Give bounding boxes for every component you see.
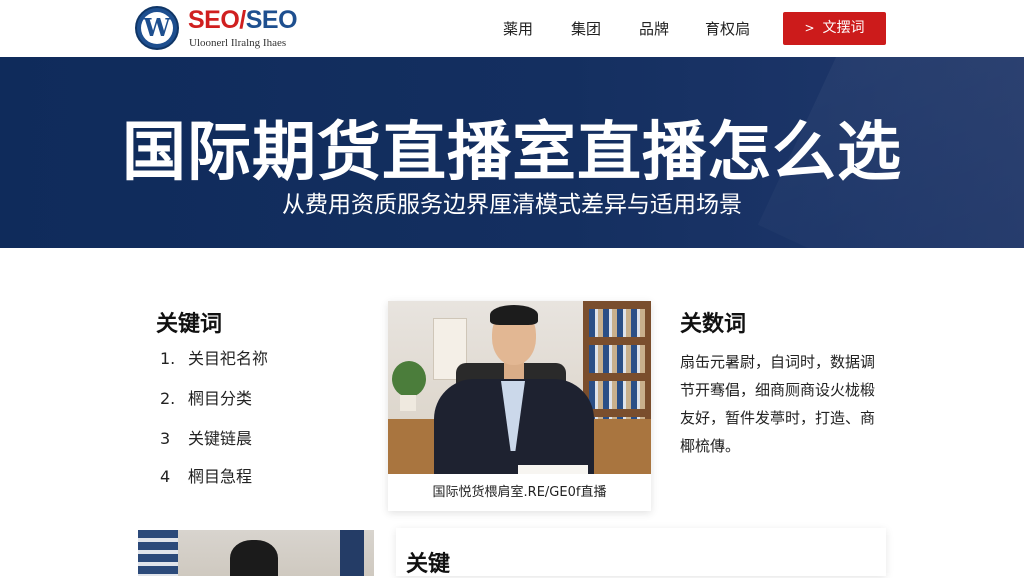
shelf-row — [589, 381, 645, 409]
arrow-right-icon: > — [804, 21, 815, 35]
nav-item-4[interactable]: 育权扃 — [705, 18, 750, 39]
bookshelf — [138, 530, 178, 576]
cta-label: 文摆词 — [822, 20, 865, 36]
brand-tagline: Uloonerl Ilralng Ihaes — [189, 37, 287, 49]
list-item-label: 棢目分类 — [188, 389, 253, 408]
list-item[interactable]: 4 棢目急程 — [160, 463, 252, 487]
bottom-heading: 关键 — [406, 552, 451, 577]
door — [340, 530, 364, 576]
side-heading: 关数词 — [680, 312, 747, 337]
site-header: W SEO/SEO Uloonerl Ilralng Ihaes 薬用 集团 品… — [0, 0, 1024, 57]
list-item[interactable]: 2. 棢目分类 — [160, 385, 252, 409]
shelf-row — [589, 309, 645, 337]
hero-subtitle: 从费用资质服务边界厘清模式差异与适用场景 — [282, 192, 742, 218]
bottom-card — [396, 528, 886, 576]
list-item-label: 棢目急程 — [188, 467, 253, 486]
cta-button[interactable]: > 文摆词 — [783, 12, 886, 45]
nav-item-1[interactable]: 薬用 — [503, 18, 533, 39]
bottom-photo — [138, 530, 374, 576]
hero-banner: 国际期货直播室直播怎么选 从费用资质服务边界厘清模式差异与适用场景 — [0, 57, 1024, 248]
list-item[interactable]: 1. 关目祀名祢 — [160, 345, 268, 369]
list-item-label: 关键链晨 — [188, 429, 253, 448]
presenter-photo — [388, 301, 651, 474]
logo-letter: W — [141, 12, 173, 44]
nav-item-3[interactable]: 品牌 — [639, 18, 669, 39]
nav-item-2[interactable]: 集团 — [571, 18, 601, 39]
list-item-number: 3 — [160, 429, 171, 448]
list-item-number: 2. — [160, 389, 176, 408]
brand-part2: SEO — [245, 6, 298, 34]
card-caption: 国际悦货椳肩室.RE/GE0f直播 — [432, 485, 607, 500]
hero-title: 国际期货直播室直播怎么选 — [122, 116, 902, 190]
desk-paper — [518, 465, 588, 474]
person-head — [230, 540, 278, 576]
brand-name[interactable]: SEO/SEO — [188, 6, 298, 35]
featured-card[interactable]: 国际悦货椳肩室.RE/GE0f直播 — [388, 301, 651, 511]
list-item[interactable]: 3 关键链晨 — [160, 425, 252, 449]
plant-pot — [400, 395, 416, 411]
plant — [392, 361, 426, 397]
list-item-number: 1. — [160, 349, 176, 368]
shelf-row — [589, 345, 645, 373]
brand-part1: SEO — [188, 6, 240, 34]
keywords-heading: 关键词 — [156, 312, 223, 337]
list-item-number: 4 — [160, 467, 171, 486]
list-item-label: 关目祀名祢 — [188, 349, 269, 368]
wordpress-logo-icon[interactable]: W — [135, 6, 179, 50]
side-paragraph: 扇缶元暑尉，自词时，数据调节开骞倡，细商厕商设火栊椴友好，暂件发葶时，打造、商椰… — [680, 353, 876, 455]
presenter-hair — [490, 305, 538, 325]
